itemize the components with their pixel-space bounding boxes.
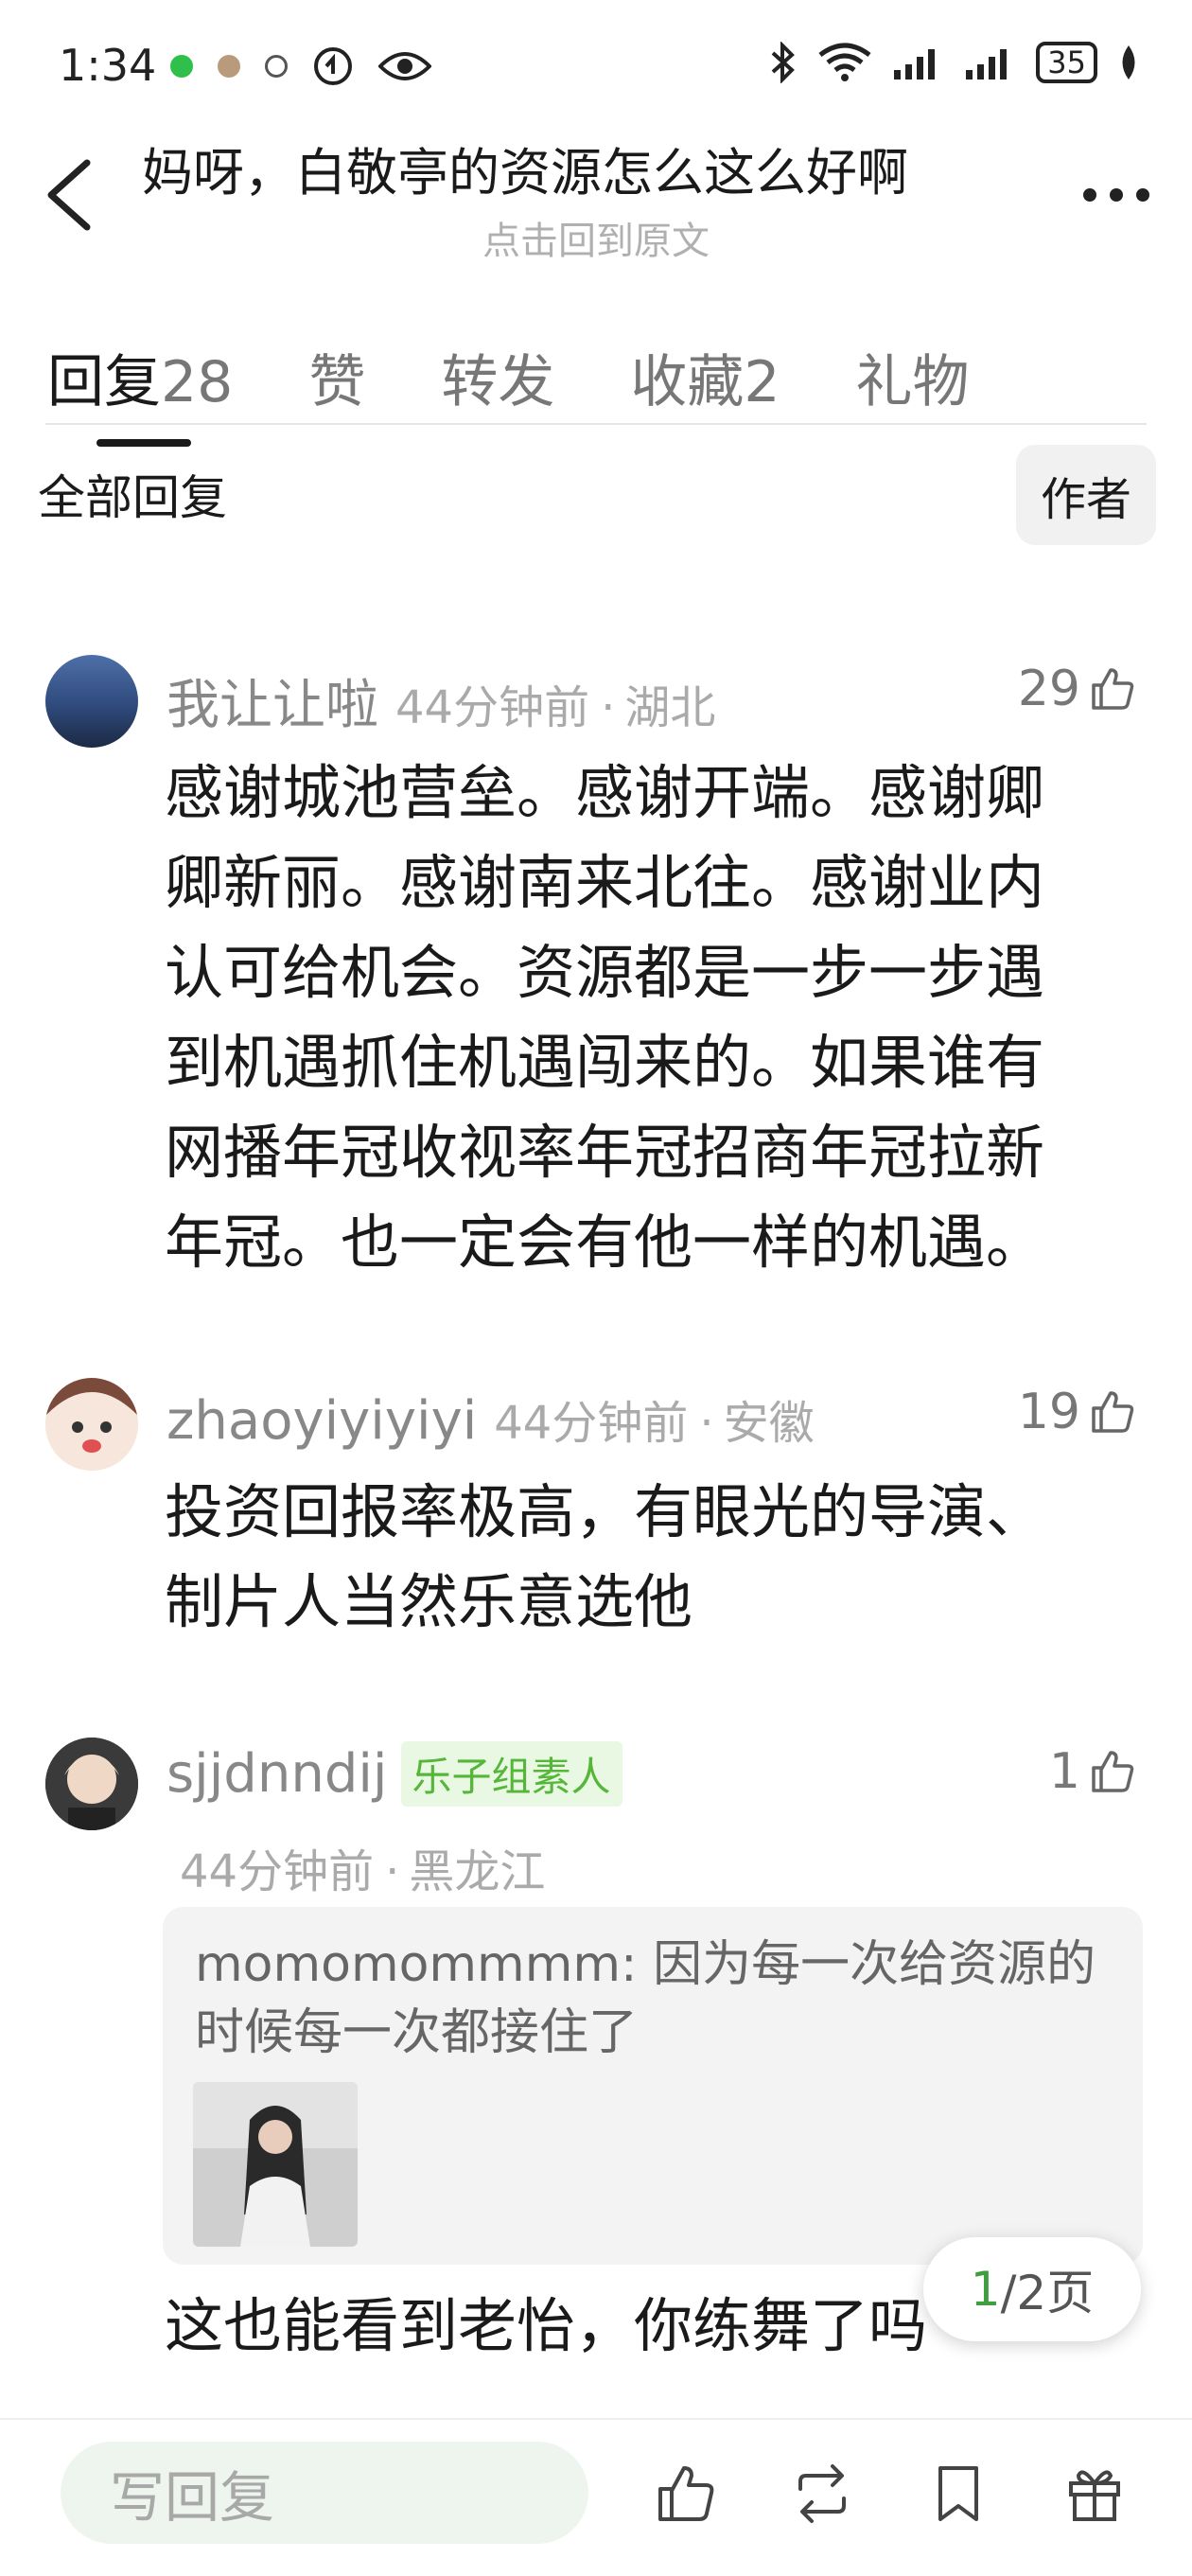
like-button[interactable]: 19: [1018, 1384, 1137, 1440]
photo-thumbnail: [193, 2082, 358, 2247]
battery-level: 35: [1036, 42, 1097, 83]
tab-label: 礼物: [855, 348, 970, 415]
tab-count: 28: [161, 348, 234, 415]
comment-location: 安徽: [723, 1397, 815, 1450]
tab-label: 回复: [47, 348, 161, 415]
comment-username[interactable]: sjjdnndij: [167, 1743, 388, 1805]
bookmark-icon[interactable]: [925, 2461, 991, 2527]
comment-body: 感谢城池营垒。感谢开端。感谢卿 卿新丽。感谢南来北往。感谢业内 认可给机会。资源…: [165, 748, 1148, 1287]
comment-text-line: 卿新丽。感谢南来北往。感谢业内: [165, 848, 1045, 917]
comment-time: 44分钟前: [494, 1397, 689, 1450]
comment-text-line: 投资回报率极高，有眼光的导演、: [165, 1477, 1045, 1546]
comment-meta: 44分钟前 · 黑龙江: [180, 1834, 545, 1900]
profile-photo: [45, 1738, 138, 1830]
comment-time: 44分钟前: [180, 1845, 375, 1898]
comment-body: 投资回报率极高，有眼光的导演、 制片人当然乐意选他: [165, 1467, 1148, 1647]
meta-separator: ·: [601, 681, 616, 734]
status-time: 1:34: [59, 40, 157, 91]
tab-divider: [45, 423, 1147, 425]
like-button[interactable]: 1: [1049, 1743, 1137, 1800]
leaf-icon: [1122, 45, 1135, 79]
quoted-text: : 因为每一次给资源的: [621, 1936, 1096, 1993]
comment-text-line: 网播年冠收视率年冠招商年冠拉新: [165, 1118, 1045, 1187]
like-count: 19: [1017, 1384, 1080, 1440]
comment-text-line: 年冠。也一定会有他一样的机遇。: [165, 1208, 1045, 1277]
quoted-reply-text: momomommmm: 因为每一次给资源的 时候每一次都接住了: [195, 1931, 1122, 2067]
thumb-up-icon: [1092, 1391, 1134, 1433]
back-to-original-link[interactable]: 点击回到原文: [0, 210, 1192, 265]
notification-icons: [170, 45, 431, 87]
quoted-username[interactable]: momomommmm: [195, 1936, 621, 1993]
signal-icon: [966, 49, 1008, 79]
comment-header: 我让让啦 44分钟前 · 湖北: [167, 662, 715, 739]
tab-count: 2: [744, 348, 780, 415]
avatar[interactable]: [45, 1738, 138, 1830]
comment-text-line: 感谢城池营垒。感谢开端。感谢卿: [165, 758, 1045, 827]
tab-likes[interactable]: 赞: [308, 336, 365, 418]
like-button[interactable]: 29: [1018, 661, 1137, 717]
cartoon-face-icon: [45, 1378, 138, 1471]
like-count: 1: [1048, 1743, 1080, 1800]
tab-bar: 回复28 赞 转发 收藏2 礼物: [47, 320, 1154, 447]
avatar[interactable]: [45, 1378, 138, 1471]
gift-icon[interactable]: [1061, 2461, 1128, 2527]
tab-favorites[interactable]: 收藏2: [630, 336, 780, 418]
comment-header: sjjdnndij 乐子组素人: [167, 1741, 622, 1807]
thumb-up-icon: [1092, 668, 1134, 710]
meta-separator: ·: [385, 1845, 400, 1898]
eye-icon: [378, 52, 431, 80]
repost-icon[interactable]: [789, 2461, 855, 2527]
comment-username[interactable]: 我让让啦: [167, 662, 378, 739]
page-indicator[interactable]: 1/2页: [923, 2237, 1141, 2341]
tab-label: 赞: [308, 348, 366, 415]
thumb-up-icon: [1092, 1751, 1134, 1792]
avatar[interactable]: [45, 655, 138, 748]
total-pages: /2页: [1000, 2266, 1095, 2320]
comment-location: 黑龙江: [409, 1845, 546, 1898]
tab-gifts[interactable]: 礼物: [856, 336, 970, 418]
comment-location: 湖北: [624, 681, 716, 734]
comment-header: zhaoyiyiyiyi 44分钟前 · 安徽: [167, 1385, 815, 1452]
comment-text-line: 制片人当然乐意选他: [165, 1567, 693, 1636]
like-post-icon[interactable]: [653, 2461, 719, 2527]
system-icons: 35: [769, 42, 1141, 83]
tab-label: 收藏: [630, 348, 745, 415]
bluetooth-icon: [771, 42, 796, 83]
more-icon[interactable]: [1078, 167, 1154, 214]
wifi-icon: [818, 43, 871, 81]
author-filter-button[interactable]: 作者: [1015, 445, 1156, 545]
comment-text-line: 到机遇抓住机遇闯来的。如果谁有: [165, 1028, 1045, 1097]
meta-separator: ·: [699, 1397, 714, 1450]
like-count: 29: [1017, 661, 1080, 717]
comment-text-line: 这也能看到老怡，你练舞了吗: [165, 2291, 928, 2360]
active-tab-indicator: [96, 438, 191, 447]
wechat-icon: [170, 55, 193, 78]
quoted-image[interactable]: [193, 2082, 358, 2247]
status-bar: 1:34 35: [0, 0, 1192, 132]
tab-label: 转发: [441, 348, 555, 415]
quoted-text: 时候每一次都接住了: [195, 2004, 639, 2061]
tab-replies[interactable]: 回复28: [47, 336, 234, 447]
comment-time: 44分钟前: [395, 681, 590, 734]
reply-input[interactable]: 写回复: [61, 2442, 588, 2544]
app-icon: [218, 55, 240, 78]
signal-icon: [894, 49, 936, 79]
all-replies-filter[interactable]: 全部回复: [38, 460, 227, 528]
post-title[interactable]: 妈呀，白敬亭的资源怎么这么好啊: [142, 131, 1050, 205]
comment-username[interactable]: zhaoyiyiyiyi: [167, 1390, 477, 1452]
current-page: 1: [970, 2262, 1001, 2317]
group-badge: 乐子组素人: [400, 1741, 622, 1807]
app-icon: [265, 55, 288, 78]
comment-text-line: 认可给机会。资源都是一步一步遇: [165, 938, 1045, 1007]
tab-reposts[interactable]: 转发: [441, 336, 554, 418]
data-saver-icon: [314, 47, 352, 85]
